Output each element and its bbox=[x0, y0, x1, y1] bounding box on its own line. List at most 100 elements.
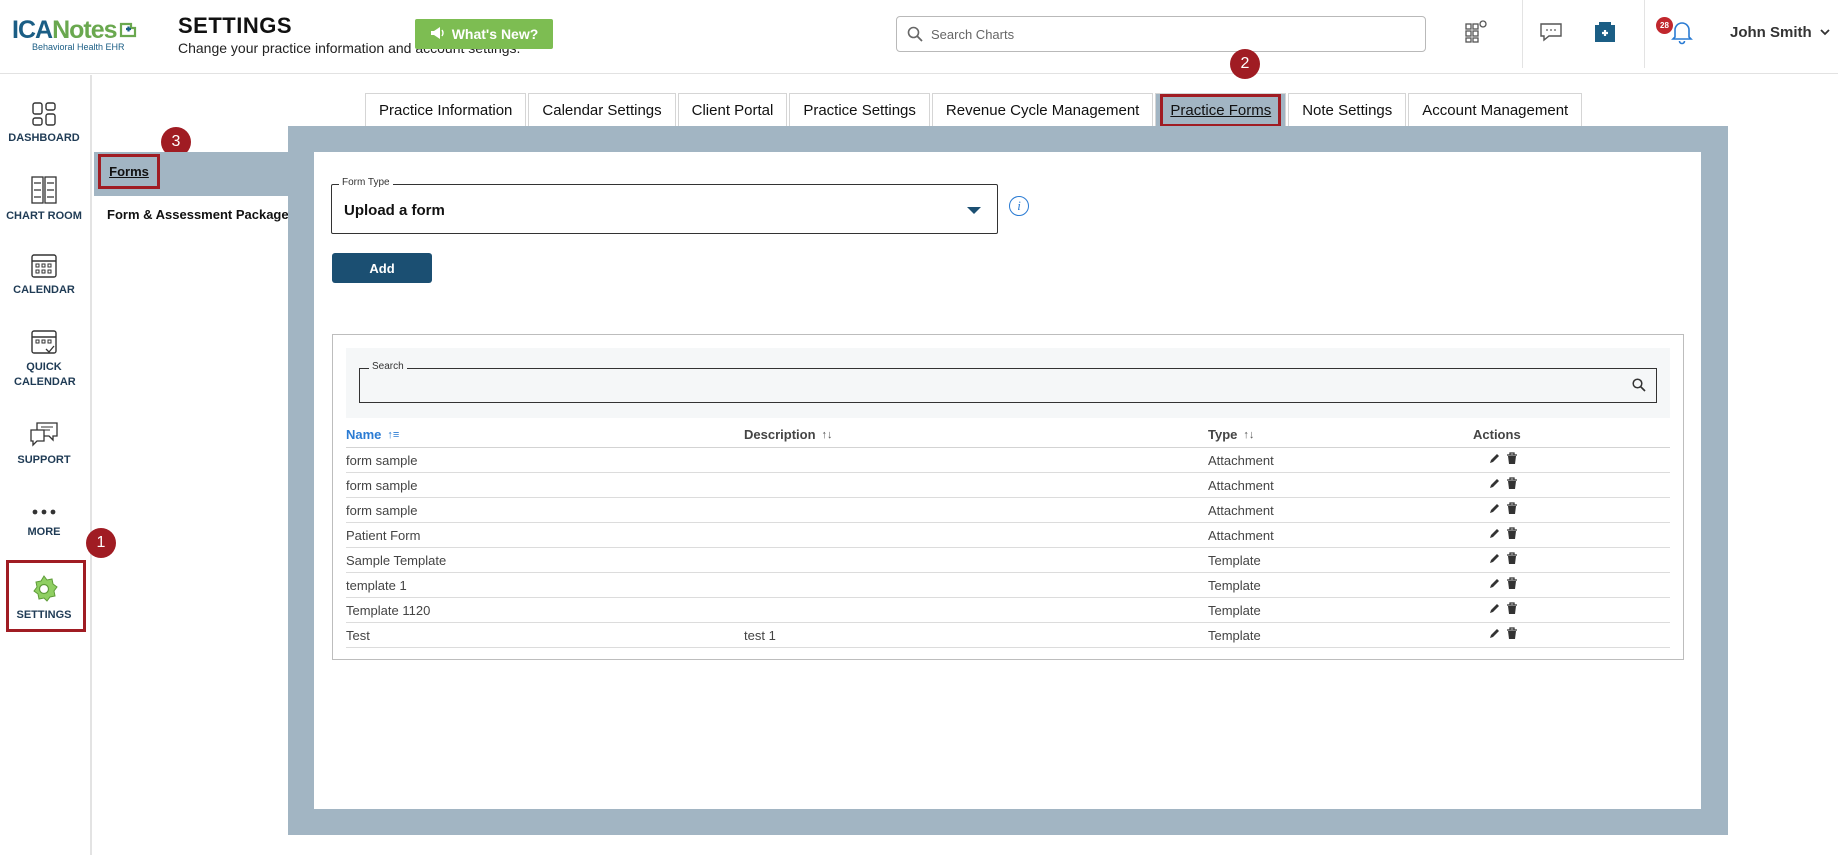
sort-icon: ↑↓ bbox=[1243, 428, 1255, 441]
megaphone-icon bbox=[430, 26, 446, 43]
nav-label: MORE bbox=[27, 526, 61, 538]
cell-description: test 1 bbox=[744, 628, 776, 643]
row-actions bbox=[1488, 602, 1518, 618]
edit-icon[interactable] bbox=[1488, 477, 1501, 493]
caret-down-icon bbox=[967, 207, 981, 214]
whats-new-label: What's New? bbox=[451, 26, 539, 42]
edit-icon[interactable] bbox=[1488, 502, 1501, 518]
cell-type: Attachment bbox=[1208, 528, 1274, 543]
cell-name: Sample Template bbox=[346, 553, 447, 568]
tab-account-management[interactable]: Account Management bbox=[1408, 93, 1583, 126]
user-menu[interactable]: John Smith bbox=[1730, 24, 1830, 41]
app-logo[interactable]: ICANotes Behavioral Health EHR bbox=[12, 16, 152, 56]
dashboard-icon bbox=[32, 102, 56, 126]
nav-item-chart-room[interactable]: CHART ROOM bbox=[0, 175, 88, 222]
edit-icon[interactable] bbox=[1488, 452, 1501, 468]
row-actions bbox=[1488, 502, 1518, 518]
row-actions bbox=[1488, 627, 1518, 643]
nav-label: DASHBOARD bbox=[8, 132, 80, 144]
table-row: form sample Attachment bbox=[346, 473, 1670, 498]
table-header: Name ↑≡ Description ↑↓ Type ↑↓ Actions bbox=[346, 422, 1670, 448]
cell-name: Patient Form bbox=[346, 528, 421, 543]
tab-note-settings[interactable]: Note Settings bbox=[1288, 93, 1407, 126]
edit-icon[interactable] bbox=[1488, 527, 1501, 543]
delete-icon[interactable] bbox=[1506, 627, 1518, 643]
tab-practice-settings[interactable]: Practice Settings bbox=[789, 93, 930, 126]
table-row: form sample Attachment bbox=[346, 448, 1670, 473]
cell-type: Attachment bbox=[1208, 503, 1274, 518]
cell-name: Test bbox=[346, 628, 370, 643]
whats-new-button[interactable]: What's New? bbox=[415, 19, 553, 49]
notification-badge: 28 bbox=[1656, 17, 1673, 34]
column-header-type[interactable]: Type ↑↓ bbox=[1208, 427, 1254, 442]
delete-icon[interactable] bbox=[1506, 477, 1518, 493]
add-button[interactable]: Add bbox=[332, 253, 432, 283]
edit-icon[interactable] bbox=[1488, 577, 1501, 593]
table-search-label: Search bbox=[369, 361, 407, 372]
info-icon[interactable]: i bbox=[1009, 196, 1029, 216]
delete-icon[interactable] bbox=[1506, 527, 1518, 543]
page-title: SETTINGS bbox=[178, 13, 293, 38]
nav-item-quick-calendar[interactable]: QUICK CALENDAR bbox=[0, 327, 88, 390]
logo-wordmark: ICANotes bbox=[12, 16, 152, 45]
row-actions bbox=[1488, 477, 1518, 493]
sort-icon: ↑↓ bbox=[821, 428, 833, 441]
tab-calendar-settings[interactable]: Calendar Settings bbox=[528, 93, 676, 126]
cell-name: template 1 bbox=[346, 578, 407, 593]
chart-room-icon bbox=[31, 176, 57, 204]
delete-icon[interactable] bbox=[1506, 552, 1518, 568]
search-charts-input[interactable]: Search Charts bbox=[896, 16, 1426, 52]
cell-type: Template bbox=[1208, 628, 1261, 643]
delete-icon[interactable] bbox=[1506, 502, 1518, 518]
cell-name: form sample bbox=[346, 453, 418, 468]
header-divider bbox=[1644, 0, 1645, 68]
tab-revenue-cycle-management[interactable]: Revenue Cycle Management bbox=[931, 93, 1154, 126]
sub-nav-forms-label: Forms bbox=[109, 164, 149, 179]
cell-type: Attachment bbox=[1208, 478, 1274, 493]
nav-item-support[interactable]: SUPPORT bbox=[0, 421, 88, 466]
sub-nav-form-assessment-package[interactable]: Form & Assessment Package bbox=[107, 207, 289, 222]
edit-icon[interactable] bbox=[1488, 552, 1501, 568]
left-nav: DASHBOARD CHART ROOM CALENDAR QUICK CALE… bbox=[0, 75, 92, 855]
table-row: Sample Template Template bbox=[346, 548, 1670, 573]
column-header-name[interactable]: Name ↑≡ bbox=[346, 427, 399, 442]
sub-nav-forms[interactable]: Forms bbox=[98, 154, 160, 189]
forms-table-card: Search Name ↑≡ Description ↑↓ Type ↑↓ Actio… bbox=[332, 334, 1684, 660]
table-row: template 1 Template bbox=[346, 573, 1670, 598]
delete-icon[interactable] bbox=[1506, 452, 1518, 468]
step-marker-1: 1 bbox=[86, 528, 116, 558]
support-icon bbox=[30, 422, 58, 447]
add-chart-icon[interactable] bbox=[1591, 18, 1619, 46]
nav-item-more[interactable]: MORE bbox=[0, 503, 88, 538]
nav-label: CALENDAR bbox=[13, 284, 75, 296]
more-icon bbox=[32, 509, 56, 515]
search-charts-placeholder: Search Charts bbox=[931, 26, 1015, 42]
form-type-value: Upload a form bbox=[344, 202, 445, 219]
step-marker-2: 2 bbox=[1230, 49, 1260, 79]
nav-label: SUPPORT bbox=[17, 454, 71, 466]
table-search-input[interactable]: Search bbox=[359, 361, 1657, 403]
row-actions bbox=[1488, 552, 1518, 568]
tab-practice-information[interactable]: Practice Information bbox=[365, 93, 527, 126]
grid-add-icon[interactable] bbox=[1462, 18, 1490, 46]
nav-item-calendar[interactable]: CALENDAR bbox=[0, 251, 88, 296]
cell-name: Template 1120 bbox=[346, 603, 431, 618]
settings-tabs: Practice Information Calendar Settings C… bbox=[365, 93, 1583, 127]
edit-icon[interactable] bbox=[1488, 602, 1501, 618]
cell-type: Template bbox=[1208, 578, 1261, 593]
form-type-select[interactable]: Form Type Upload a form bbox=[331, 177, 998, 234]
form-type-label: Form Type bbox=[339, 177, 393, 188]
column-header-description[interactable]: Description ↑↓ bbox=[744, 427, 833, 442]
chat-icon[interactable] bbox=[1537, 18, 1565, 46]
table-row: form sample Attachment bbox=[346, 498, 1670, 523]
nav-item-dashboard[interactable]: DASHBOARD bbox=[0, 101, 88, 144]
quick-calendar-icon bbox=[31, 330, 57, 354]
edit-icon[interactable] bbox=[1488, 627, 1501, 643]
search-icon bbox=[907, 26, 923, 42]
column-header-actions: Actions bbox=[1473, 427, 1521, 442]
delete-icon[interactable] bbox=[1506, 602, 1518, 618]
tab-practice-forms[interactable]: Practice Forms bbox=[1155, 93, 1287, 127]
delete-icon[interactable] bbox=[1506, 577, 1518, 593]
tab-client-portal[interactable]: Client Portal bbox=[677, 93, 788, 126]
nav-label: CHART ROOM bbox=[6, 210, 82, 222]
